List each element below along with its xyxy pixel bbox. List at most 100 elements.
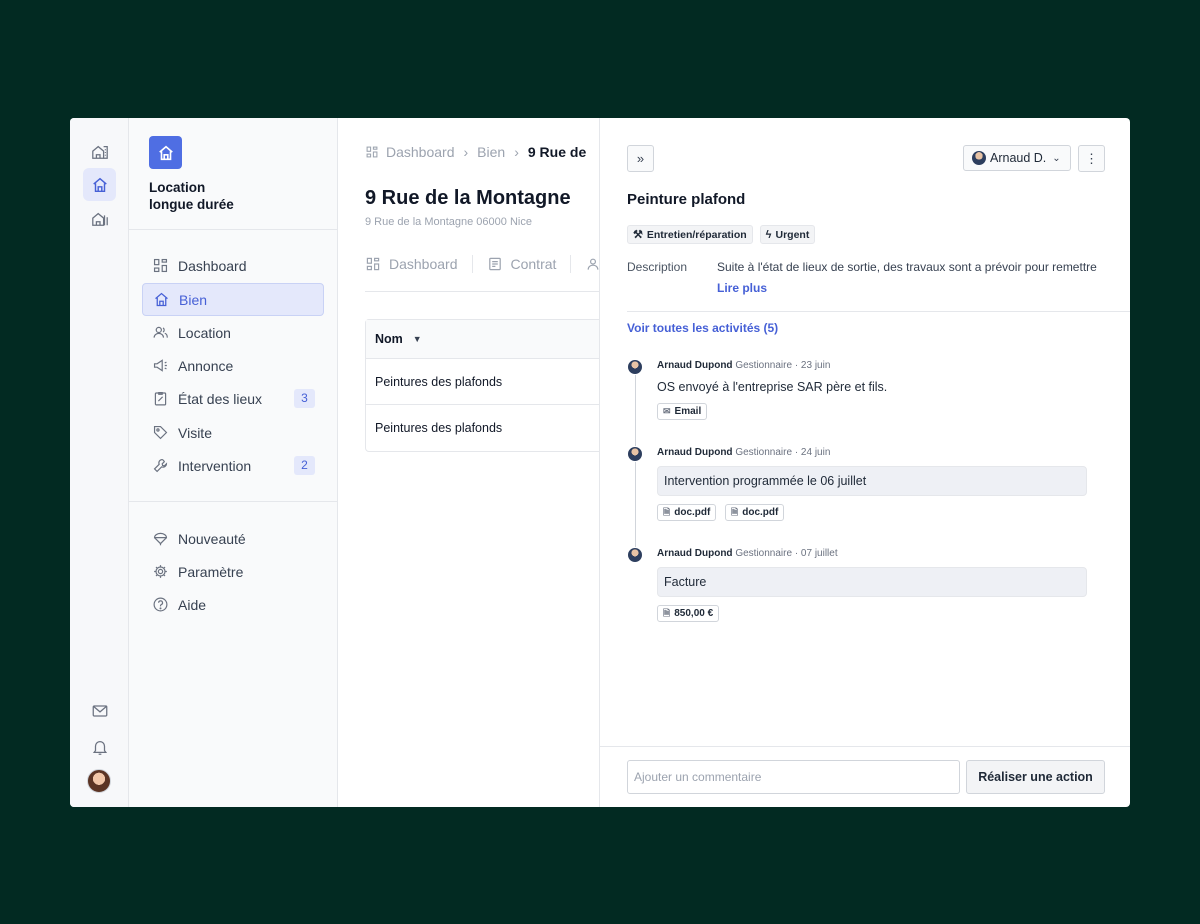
sidebar-item-bien[interactable]: Bien (142, 283, 324, 316)
activity-date: · 23 juin (794, 360, 831, 371)
description-label: Description (627, 260, 688, 274)
table-row[interactable]: Peintures des plafonds (366, 359, 599, 405)
read-more-link[interactable]: Lire plus (717, 281, 767, 295)
table-header[interactable]: Nom ▼ (366, 320, 599, 359)
sidebar-item-nouveaute[interactable]: Nouveauté (142, 522, 324, 555)
sidebar-item-annonce[interactable]: Annonce (142, 349, 324, 382)
assignee-select[interactable]: Arnaud D. ⌄ (963, 145, 1071, 171)
building-icon[interactable] (83, 135, 116, 168)
activity-author: Arnaud Dupond (657, 360, 733, 371)
help-icon (153, 597, 168, 612)
tab-next[interactable] (585, 256, 599, 272)
wrench-icon (153, 458, 168, 473)
file-icon: 🗎 (663, 607, 671, 618)
sidebar-item-intervention[interactable]: Intervention 2 (142, 449, 324, 482)
grid-icon (366, 146, 378, 158)
attachment-label: doc.pdf (742, 507, 779, 518)
assignee-name: Arnaud D. (990, 151, 1047, 165)
clipboard-icon (154, 391, 167, 406)
sidebar-item-label: Dashboard (178, 257, 247, 274)
sidebar-item-label: État des lieux (178, 390, 263, 407)
balloon-icon (153, 532, 168, 546)
description-text: Suite à l'état de lieux de sortie, des t… (717, 260, 1097, 274)
sidebar-item-label: Paramètre (178, 563, 244, 580)
chevron-right-icon: › (463, 144, 469, 160)
file-icon: 🗎 (731, 506, 739, 517)
main-content: Dashboard › Bien › 9 Rue de 9 Rue de la … (338, 118, 600, 807)
tag-list: ⚒ Entretien/réparation ϟ Urgent (627, 225, 816, 244)
user-avatar[interactable] (87, 769, 111, 793)
file-icon: 🗎 (663, 506, 671, 517)
count-badge: 2 (294, 456, 315, 475)
sidebar-item-label: Nouveauté (178, 530, 246, 547)
megaphone-icon (153, 359, 167, 372)
activity-header: Arnaud Dupond Gestionnaire · 23 juin (657, 360, 830, 371)
table-row[interactable]: Peintures des plafonds (366, 405, 599, 451)
tools-icon: ⚒ (633, 229, 643, 241)
mail-icon: ✉ (663, 406, 671, 416)
sidebar-item-dashboard[interactable]: Dashboard (142, 249, 324, 282)
tag-priority: ϟ Urgent (759, 225, 816, 244)
brand-logo-icon (149, 136, 182, 169)
mail-icon[interactable] (83, 694, 116, 727)
brand-name-line2: longue durée (149, 197, 234, 212)
collapse-panel-button[interactable]: » (627, 145, 654, 172)
home-icon[interactable] (83, 168, 116, 201)
lightning-icon: ϟ (765, 228, 772, 241)
task-title: Peinture plafond (627, 191, 746, 208)
comment-input[interactable] (627, 760, 960, 794)
column-header-nom: Nom (375, 332, 403, 346)
avatar (627, 446, 643, 462)
sidebar-item-label: Visite (178, 424, 212, 441)
attachment-chip[interactable]: 🗎 850,00 € (657, 605, 720, 622)
sidebar: Location longue durée Dashboard Bien Loc… (129, 118, 338, 807)
sidebar-item-label: Aide (178, 596, 207, 613)
sidebar-item-location[interactable]: Location (142, 316, 324, 349)
activity-role: Gestionnaire (735, 447, 793, 458)
chevron-down-icon: ⌄ (1052, 152, 1061, 164)
activity-date: · 24 juin (794, 447, 831, 458)
breadcrumb-bien[interactable]: Bien (477, 144, 505, 160)
tag-category: ⚒ Entretien/réparation (627, 225, 753, 244)
sidebar-item-etat-des-lieux[interactable]: État des lieux 3 (142, 382, 324, 415)
more-vertical-icon: ⋮ (1085, 150, 1098, 166)
breadcrumb-dashboard[interactable]: Dashboard (386, 144, 455, 160)
sidebar-item-visite[interactable]: Visite (142, 416, 324, 449)
activity-date: · 07 juillet (794, 548, 838, 559)
brand-name: Location longue durée (149, 179, 299, 213)
table-cell: Peintures des plafonds (375, 374, 503, 389)
tab-label: Contrat (510, 256, 557, 272)
count-badge: 3 (294, 389, 315, 408)
attachment-chip[interactable]: ✉ Email (657, 403, 708, 420)
grid-icon (366, 257, 380, 271)
attachment-chip[interactable]: 🗎 doc.pdf (657, 504, 717, 521)
more-options-button[interactable]: ⋮ (1078, 145, 1105, 172)
avatar (972, 151, 986, 165)
activity-header: Arnaud Dupond Gestionnaire · 24 juin (657, 447, 830, 458)
caret-down-icon: ▼ (412, 334, 422, 344)
page-subtitle: 9 Rue de la Montagne 06000 Nice (365, 216, 532, 228)
avatar (627, 359, 643, 375)
perform-action-button[interactable]: Réaliser une action (966, 760, 1105, 794)
activity-author: Arnaud Dupond (657, 447, 733, 458)
app-window: Location longue durée Dashboard Bien Loc… (70, 118, 1130, 807)
interventions-table: Nom ▼ Peintures des plafonds Peintures d… (365, 319, 599, 452)
activity-header: Arnaud Dupond Gestionnaire · 07 juillet (657, 548, 838, 559)
tab-dashboard[interactable]: Dashboard (365, 256, 458, 272)
divider (129, 229, 337, 230)
brand-name-line1: Location (149, 180, 206, 195)
sidebar-item-label: Annonce (178, 357, 234, 374)
tag-icon (153, 425, 168, 440)
sidebar-item-label: Bien (179, 291, 208, 308)
attachment-chip[interactable]: 🗎 doc.pdf (725, 504, 785, 521)
sidebar-item-aide[interactable]: Aide (142, 588, 324, 621)
sidebar-item-parametre[interactable]: Paramètre (142, 555, 324, 588)
tag-label: Urgent (775, 228, 810, 241)
bell-icon[interactable] (83, 730, 116, 763)
tabs-underline (365, 291, 599, 292)
all-activities-link[interactable]: Voir toutes les activités (5) (627, 321, 778, 335)
activity-author: Arnaud Dupond (657, 548, 733, 559)
tab-contrat[interactable]: Contrat (487, 256, 557, 272)
grid-icon (153, 258, 168, 273)
apartment-icon[interactable] (83, 202, 116, 235)
